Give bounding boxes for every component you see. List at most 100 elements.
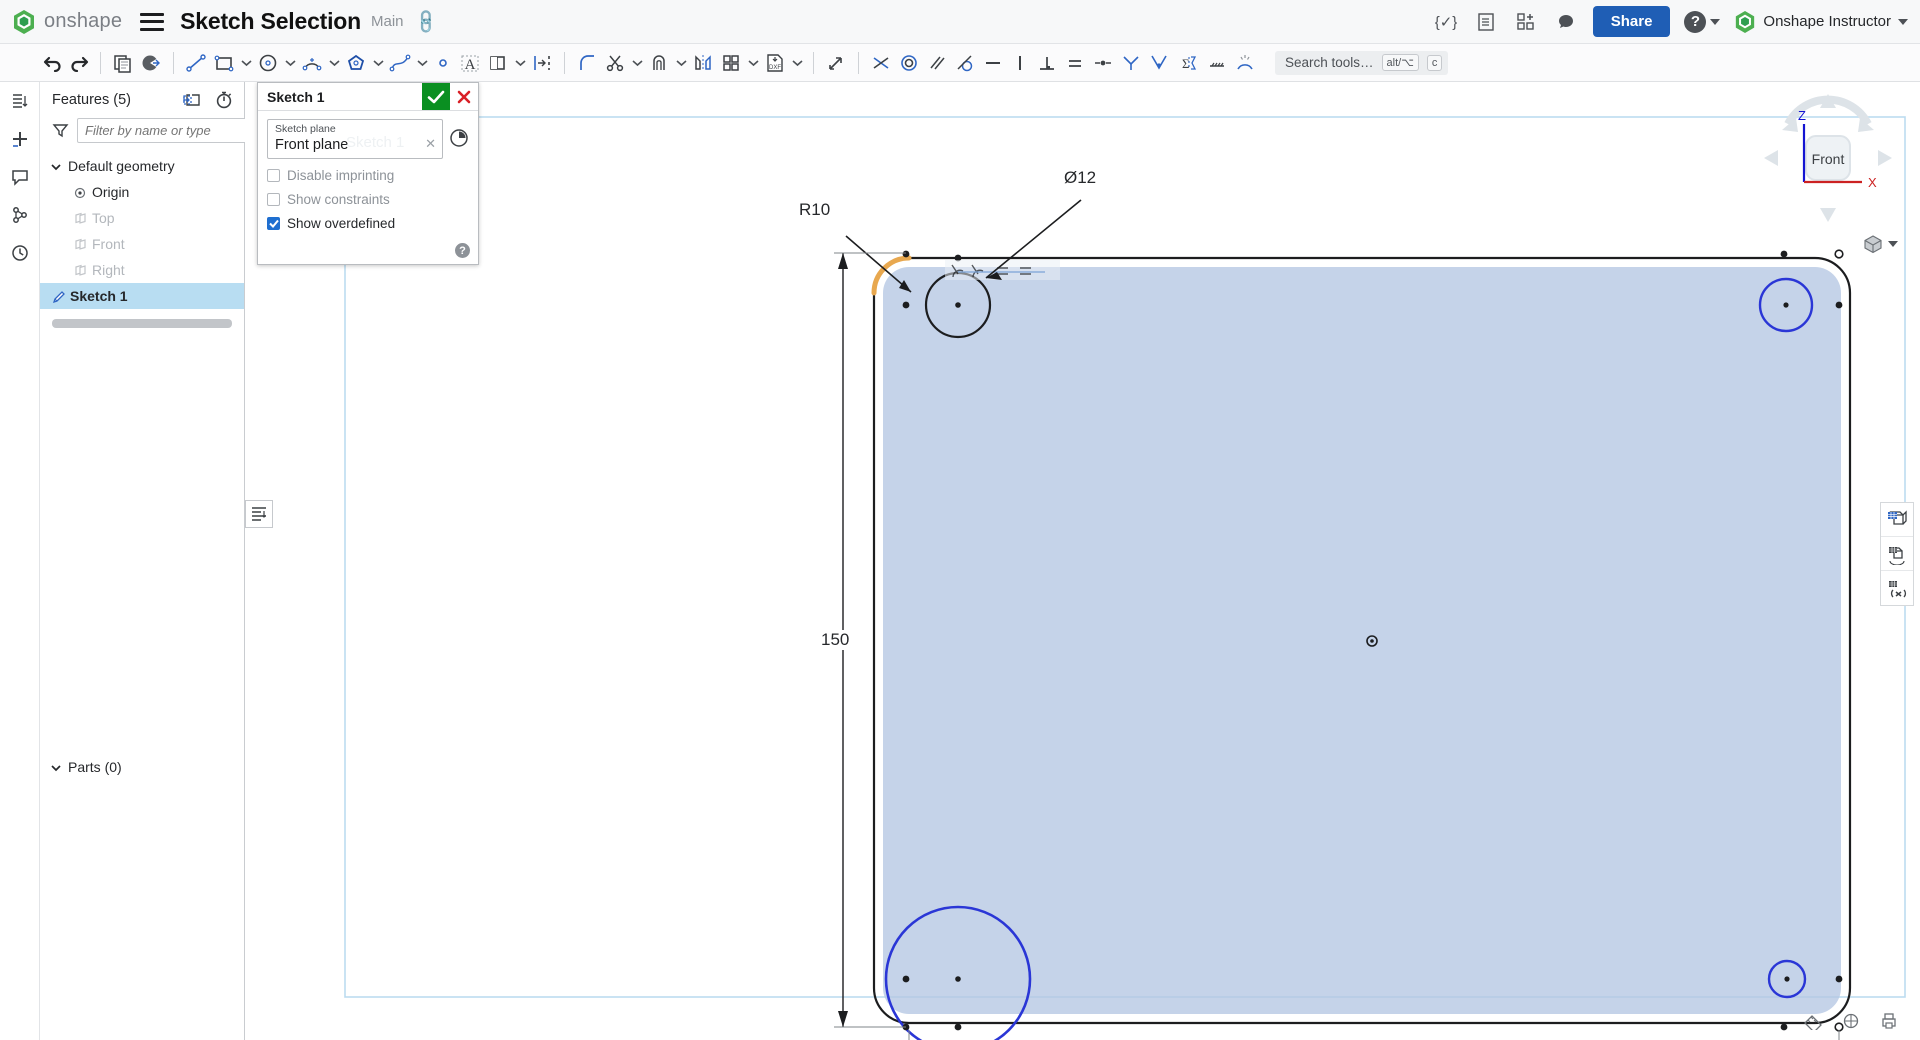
graphics-canvas[interactable]: R10 Ø12 150 180 Sketch 1 Sketch plane Fr… [245, 82, 1920, 1040]
use-project-icon[interactable] [484, 48, 512, 78]
redo-icon[interactable] [66, 48, 92, 78]
versions-icon[interactable] [7, 202, 33, 228]
question-icon: ? [1684, 11, 1706, 33]
concentric-constraint-icon[interactable] [895, 48, 923, 78]
share-button[interactable]: Share [1593, 6, 1671, 37]
brand-logo[interactable]: onshape [12, 9, 122, 35]
tree-item-top-plane[interactable]: Top [40, 205, 244, 231]
chevron-down-icon[interactable] [629, 59, 645, 67]
mirror-icon[interactable] [689, 48, 717, 78]
rollback-timer-icon[interactable] [214, 90, 234, 110]
tree-group-default-geometry[interactable]: Default geometry [40, 153, 244, 179]
clear-x-icon[interactable]: ✕ [425, 136, 436, 152]
tree-item-origin[interactable]: Origin [40, 179, 244, 205]
display-style-icon[interactable] [1881, 503, 1913, 537]
chevron-down-icon[interactable] [238, 59, 254, 67]
fillet-icon[interactable] [573, 48, 601, 78]
checkbox-show-constraints[interactable]: Show constraints [267, 192, 469, 207]
copy-sketch-icon[interactable] [109, 48, 137, 78]
axis-z-label: Z [1798, 108, 1806, 123]
print-icon[interactable] [1878, 1010, 1900, 1032]
trim-icon[interactable] [601, 48, 629, 78]
checkbox-label: Show constraints [287, 192, 390, 207]
chevron-down-icon[interactable] [414, 59, 430, 67]
features-horizontal-scrollbar[interactable] [52, 319, 232, 328]
arc-icon[interactable] [298, 48, 326, 78]
learning-center-icon[interactable] [1553, 9, 1579, 35]
comments-icon[interactable] [7, 164, 33, 190]
tangent-constraint-icon[interactable] [951, 48, 979, 78]
link-icon[interactable]: 🔗 [412, 7, 441, 36]
perpendicular-constraint-icon[interactable] [1033, 48, 1061, 78]
point-icon[interactable] [430, 48, 456, 78]
circle-icon[interactable] [254, 48, 282, 78]
dimension-icon[interactable] [528, 48, 556, 78]
chevron-down-icon[interactable] [282, 59, 298, 67]
tree-item-right-plane[interactable]: Right [40, 257, 244, 283]
assembly-list-icon[interactable] [1473, 9, 1499, 35]
vertical-dimension-label[interactable]: 150 [818, 630, 852, 650]
chevron-down-icon[interactable] [789, 59, 805, 67]
section-view-icon[interactable] [1881, 537, 1913, 571]
pattern-icon[interactable] [717, 48, 745, 78]
radius-dimension-label[interactable]: R10 [796, 200, 833, 220]
equal-constraint-icon[interactable] [1061, 48, 1089, 78]
tree-item-sketch-1[interactable]: Sketch 1 [40, 283, 244, 309]
user-menu[interactable]: Onshape Instructor [1734, 10, 1908, 34]
paste-sketch-icon[interactable] [137, 48, 165, 78]
view-cube-icon[interactable] [1862, 234, 1898, 254]
help-menu[interactable]: ? [1684, 11, 1720, 33]
normal-constraint-icon[interactable]: Σ [1173, 48, 1203, 78]
circle-center-point [955, 976, 961, 982]
add-feature-icon[interactable] [7, 126, 33, 152]
curvature-constraint-icon[interactable] [1145, 48, 1173, 78]
chevron-down-icon[interactable] [326, 59, 342, 67]
filter-icon[interactable] [52, 121, 69, 141]
chevron-down-icon[interactable] [512, 59, 528, 67]
sketch-panel-toggle-icon[interactable] [245, 500, 273, 528]
add-panel-icon[interactable] [1513, 9, 1539, 35]
feature-list-icon[interactable] [7, 88, 33, 114]
accept-button[interactable] [422, 83, 450, 110]
origin-icon [74, 186, 86, 198]
coincident-constraint-icon[interactable] [867, 48, 895, 78]
measure-icon[interactable] [1802, 1010, 1824, 1032]
offset-icon[interactable] [645, 48, 673, 78]
chevron-down-icon[interactable] [673, 59, 689, 67]
undo-icon[interactable] [40, 48, 66, 78]
explode-view-icon[interactable] [1881, 571, 1913, 605]
spline-icon[interactable] [386, 48, 414, 78]
polygon-icon[interactable] [342, 48, 370, 78]
parallel-constraint-icon[interactable] [923, 48, 951, 78]
symmetric-constraint-icon[interactable] [1117, 48, 1145, 78]
question-icon[interactable]: ? [455, 243, 470, 258]
tree-item-front-plane[interactable]: Front [40, 231, 244, 257]
rectangle-icon[interactable] [210, 48, 238, 78]
horizontal-constraint-icon[interactable] [979, 48, 1007, 78]
vertical-constraint-icon[interactable] [1007, 48, 1033, 78]
chevron-down-icon[interactable] [745, 59, 761, 67]
history-icon[interactable] [7, 240, 33, 266]
features-filter-input[interactable] [77, 118, 271, 143]
feature-script-icon[interactable]: {✓} [1433, 9, 1459, 35]
midpoint-constraint-icon[interactable] [1089, 48, 1117, 78]
view-cube[interactable]: Front Z X [1758, 88, 1898, 228]
transform-icon[interactable] [822, 48, 850, 78]
history-clock-icon[interactable] [449, 128, 469, 148]
new-folder-icon[interactable] [182, 90, 202, 110]
text-icon[interactable]: A [456, 48, 484, 78]
parts-section[interactable]: Parts (0) [40, 754, 244, 780]
arc-length-icon[interactable] [1231, 48, 1259, 78]
construction-icon[interactable] [1203, 48, 1231, 78]
hamburger-icon[interactable] [140, 13, 164, 31]
search-tools-input[interactable]: Search tools… alt/⌥ c [1275, 51, 1448, 75]
cancel-button[interactable] [450, 83, 478, 110]
diameter-dimension-label[interactable]: Ø12 [1061, 168, 1099, 188]
chevron-down-icon[interactable] [370, 59, 386, 67]
line-icon[interactable] [182, 48, 210, 78]
checkbox-show-overdefined[interactable]: Show overdefined [267, 216, 469, 231]
sketch-plane-field[interactable]: Sketch plane Front plane Sketch 1 ✕ [267, 119, 443, 159]
dxf-import-icon[interactable]: DXF [761, 48, 789, 78]
checkbox-disable-imprinting[interactable]: Disable imprinting [267, 168, 469, 183]
mass-properties-icon[interactable] [1840, 1010, 1862, 1032]
